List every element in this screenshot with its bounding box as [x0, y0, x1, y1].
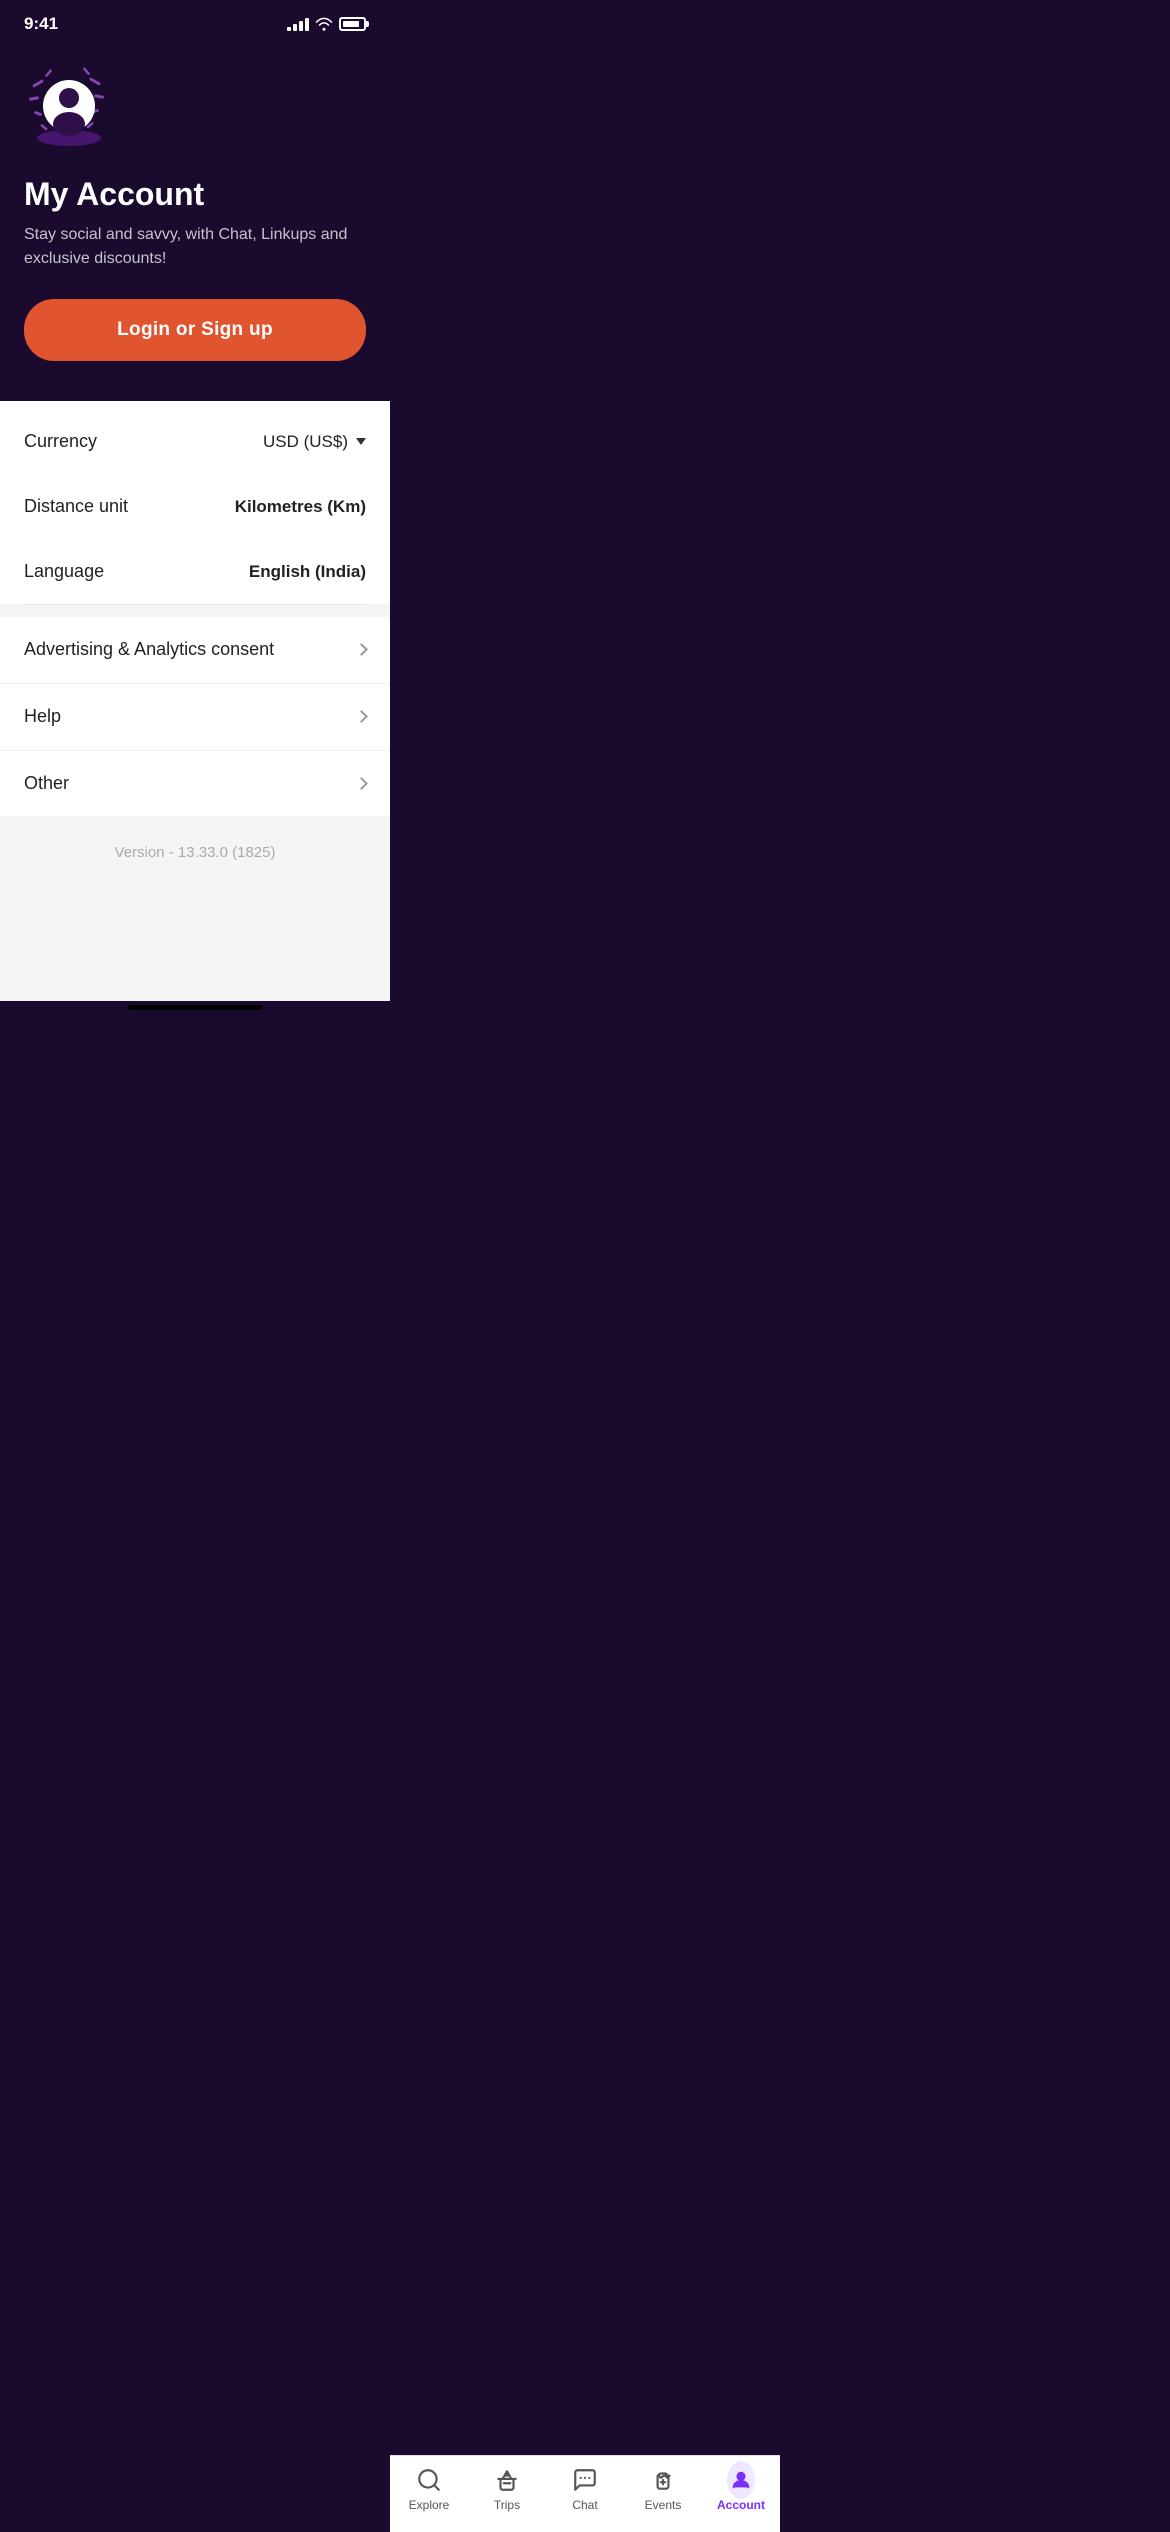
tab-account[interactable]: Account [711, 2466, 771, 2512]
version-text: Version - 13.33.0 (1825) [0, 816, 390, 881]
tab-explore-label: Explore [409, 2498, 450, 2512]
avatar-swirl [24, 62, 114, 152]
help-row[interactable]: Help [0, 683, 390, 749]
tab-explore[interactable]: Explore [399, 2466, 459, 2512]
header-section: My Account Stay social and savvy, with C… [0, 42, 390, 401]
tab-events[interactable]: Events [633, 2466, 693, 2512]
avatar-container [24, 62, 114, 152]
help-label: Help [24, 706, 61, 727]
help-chevron-icon [355, 710, 368, 723]
status-icons [287, 17, 366, 31]
tab-chat[interactable]: Chat [555, 2466, 615, 2512]
section-divider [24, 604, 366, 605]
content-section: Currency USD (US$) Distance unit Kilomet… [0, 401, 390, 1001]
tab-trips-label: Trips [494, 2498, 520, 2512]
chat-icon [571, 2466, 599, 2494]
page-title: My Account [24, 176, 366, 213]
explore-icon [415, 2466, 443, 2494]
account-icon [727, 2466, 755, 2494]
home-indicator [128, 1005, 262, 1010]
page-subtitle: Stay social and savvy, with Chat, Linkup… [24, 223, 366, 271]
tab-account-label: Account [717, 2498, 765, 2512]
trips-icon [493, 2466, 521, 2494]
battery-icon [339, 17, 366, 31]
status-bar: 9:41 [0, 0, 390, 42]
currency-row[interactable]: Currency USD (US$) [24, 409, 366, 474]
settings-group-preferences: Currency USD (US$) Distance unit Kilomet… [0, 401, 390, 604]
other-row[interactable]: Other [0, 750, 390, 816]
distance-unit-value: Kilometres (Km) [235, 497, 366, 517]
tab-trips[interactable]: Trips [477, 2466, 537, 2512]
distance-unit-row[interactable]: Distance unit Kilometres (Km) [24, 474, 366, 539]
distance-unit-label: Distance unit [24, 496, 128, 517]
settings-group-nav: Advertising & Analytics consent Help Oth… [0, 617, 390, 816]
wifi-icon [315, 17, 333, 31]
tab-events-label: Events [645, 2498, 682, 2512]
language-row[interactable]: Language English (India) [24, 539, 366, 604]
other-label: Other [24, 773, 69, 794]
advertising-consent-row[interactable]: Advertising & Analytics consent [0, 617, 390, 682]
language-label: Language [24, 561, 104, 582]
events-icon [649, 2466, 677, 2494]
currency-value: USD (US$) [263, 432, 366, 452]
currency-chevron-down-icon [356, 438, 366, 445]
tab-chat-label: Chat [572, 2498, 597, 2512]
login-signup-button[interactable]: Login or Sign up [24, 299, 366, 361]
language-value: English (India) [249, 562, 366, 582]
status-time: 9:41 [24, 14, 58, 34]
other-chevron-icon [355, 777, 368, 790]
advertising-consent-label: Advertising & Analytics consent [24, 639, 274, 660]
currency-label: Currency [24, 431, 97, 452]
advertising-consent-chevron-icon [355, 643, 368, 656]
bottom-nav: Explore Trips Chat [390, 2455, 780, 2532]
signal-icon [287, 18, 309, 31]
